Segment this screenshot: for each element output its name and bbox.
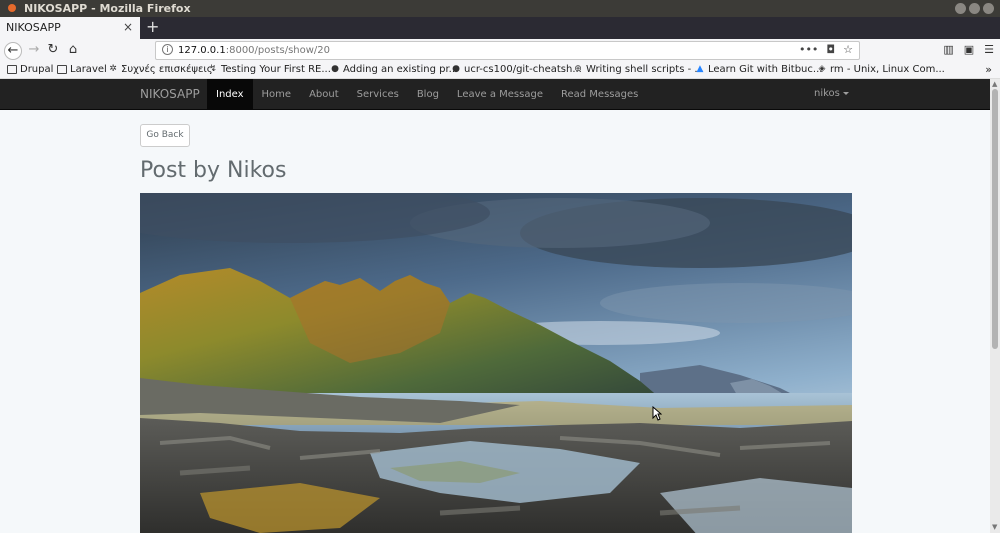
browser-tab[interactable]: NIKOSAPP ×	[0, 17, 140, 39]
user-name: nikos	[814, 88, 840, 99]
pocket-icon[interactable]: ◘	[826, 43, 835, 56]
bookmark-item[interactable]: ◈ rm - Unix, Linux Com...	[817, 64, 945, 75]
globe-icon: ⊕	[574, 64, 582, 74]
post-image	[140, 193, 852, 533]
post-title: Post by Nikos	[140, 158, 287, 183]
bookmark-item[interactable]: ✲ Συχνές επισκέψεις	[108, 64, 212, 75]
bookmark-item[interactable]: ● ucr-cs100/git-cheatsh...	[451, 64, 582, 75]
reload-icon[interactable]: ↻	[44, 42, 62, 60]
tab-label: NIKOSAPP	[6, 21, 61, 34]
close-window-icon[interactable]	[983, 3, 994, 14]
mouse-cursor-icon	[652, 406, 662, 421]
nav-link-home[interactable]: Home	[253, 79, 301, 110]
nav-link-index[interactable]: Index	[207, 79, 253, 110]
bitbucket-icon: ▲	[696, 64, 704, 74]
bookmark-item[interactable]: ⊕ Writing shell scripts - ...	[573, 64, 704, 75]
library-icon[interactable]: ▥	[943, 43, 953, 56]
nav-link-leave-message[interactable]: Leave a Message	[448, 79, 552, 110]
menu-icon[interactable]: ☰	[984, 43, 994, 56]
scrollbar-thumb[interactable]	[992, 89, 998, 349]
github-icon: ●	[331, 64, 339, 74]
page-viewport: NIKOSAPP Index Home About Services Blog …	[0, 79, 990, 533]
nav-link-blog[interactable]: Blog	[408, 79, 448, 110]
back-icon[interactable]: ←	[4, 42, 22, 60]
folder-icon	[7, 65, 17, 74]
window-title: NIKOSAPP - Mozilla Firefox	[24, 2, 191, 15]
user-menu[interactable]: nikos	[814, 88, 849, 99]
window-controls	[955, 3, 994, 14]
page-actions-icon[interactable]: •••	[799, 43, 818, 56]
info-icon[interactable]: i	[162, 44, 173, 55]
url-text[interactable]: 127.0.0.1:8000/posts/show/20	[178, 45, 330, 56]
more-bookmarks-icon[interactable]: »	[985, 63, 992, 76]
minimize-icon[interactable]	[955, 3, 966, 14]
forward-icon[interactable]: →	[25, 42, 43, 60]
bookmark-item[interactable]: Drupal	[7, 64, 53, 75]
bookmark-item[interactable]: ↯ Testing Your First RE...	[208, 64, 331, 75]
diamond-icon: ◈	[818, 64, 826, 74]
nav-link-about[interactable]: About	[300, 79, 348, 110]
sidebar-icon[interactable]: ▣	[964, 43, 974, 56]
nav-link-read-messages[interactable]: Read Messages	[552, 79, 647, 110]
tab-strip: NIKOSAPP × +	[0, 17, 1000, 39]
address-bar[interactable]: i 127.0.0.1:8000/posts/show/20 ••• ◘ ☆	[155, 41, 860, 60]
browser-toolbar: ← → ↻ ⌂ i 127.0.0.1:8000/posts/show/20 •…	[0, 39, 1000, 62]
go-back-button[interactable]: Go Back	[140, 124, 190, 147]
bookmarks-bar: Drupal Laravel ✲ Συχνές επισκέψεις ↯ Testi…	[0, 62, 1000, 79]
home-icon[interactable]: ⌂	[64, 42, 82, 60]
scroll-down-icon[interactable]: ▼	[992, 523, 997, 531]
app-dot-icon	[8, 4, 16, 12]
app-brand[interactable]: NIKOSAPP	[140, 87, 200, 101]
maximize-icon[interactable]	[969, 3, 980, 14]
page-scrollbar[interactable]: ▲ ▼	[990, 79, 1000, 533]
new-tab-icon[interactable]: +	[146, 17, 159, 36]
app-navbar: NIKOSAPP Index Home About Services Blog …	[0, 79, 990, 110]
caret-down-icon	[842, 91, 849, 95]
bookmark-item[interactable]: Laravel	[57, 64, 107, 75]
scroll-up-icon[interactable]: ▲	[992, 80, 997, 88]
bookmark-item[interactable]: ▲ Learn Git with Bitbuc...	[695, 64, 823, 75]
github-icon: ●	[452, 64, 460, 74]
bookmark-item[interactable]: ● Adding an existing pr...	[330, 64, 458, 75]
bookmark-star-icon[interactable]: ☆	[843, 43, 853, 56]
nav-link-services[interactable]: Services	[348, 79, 408, 110]
gear-icon: ✲	[109, 64, 117, 74]
link-icon: ↯	[209, 64, 217, 74]
folder-icon	[57, 65, 67, 74]
window-titlebar: NIKOSAPP - Mozilla Firefox	[0, 0, 1000, 17]
app-nav-links: Index Home About Services Blog Leave a M…	[207, 79, 647, 110]
close-tab-icon[interactable]: ×	[123, 20, 133, 34]
